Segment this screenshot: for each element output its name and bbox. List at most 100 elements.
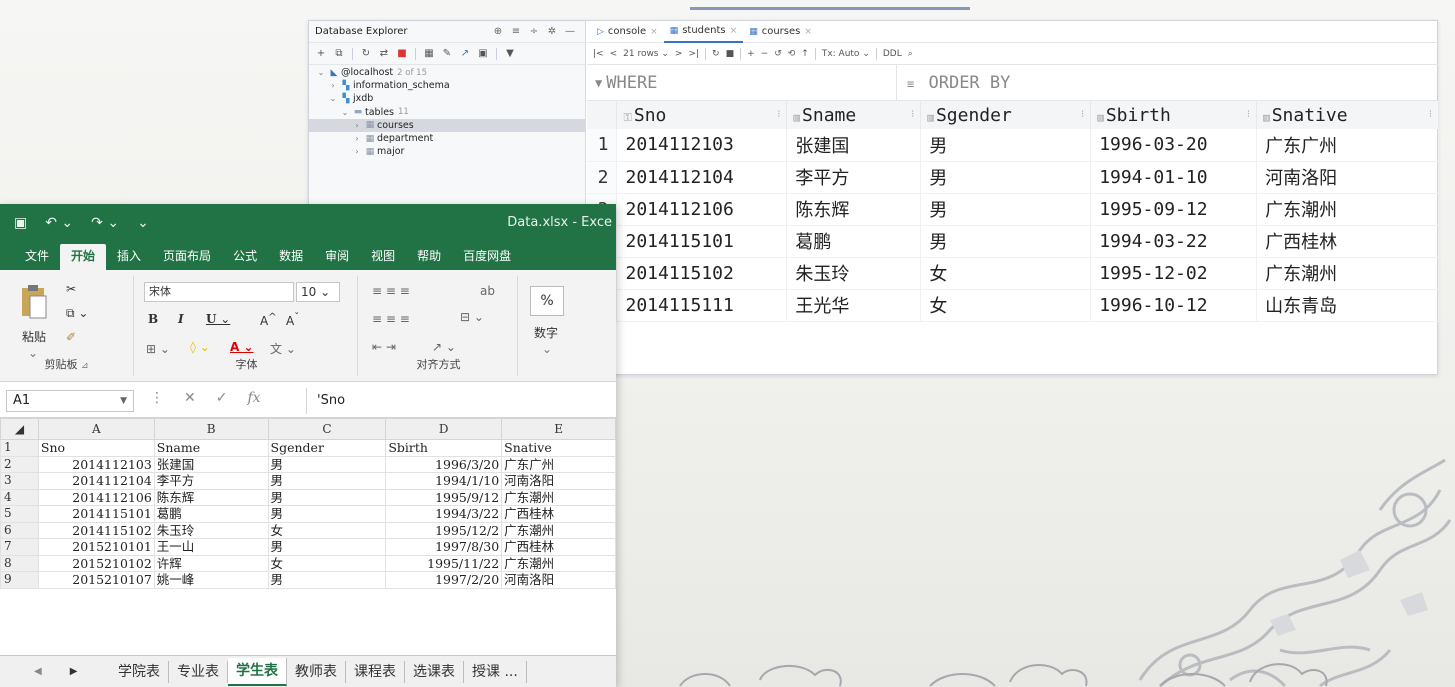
cell[interactable]: 广西桂林 (501, 538, 616, 556)
chevron-down-icon[interactable]: ⌄ (339, 108, 351, 117)
sheet-tab-3[interactable]: 教师表 (287, 660, 346, 683)
chevron-down-icon[interactable]: ⌄ (315, 68, 327, 77)
ribbon-tab-0[interactable]: 文件 (14, 244, 60, 270)
table-cell[interactable]: 男 (920, 193, 1092, 226)
column-header-sno[interactable]: ⚿ Sno ⁝ (616, 101, 788, 129)
cell[interactable]: 1994/1/10 (385, 472, 503, 490)
stop-icon[interactable]: ■ (394, 48, 410, 59)
table-cell[interactable]: 女 (920, 257, 1092, 290)
cell[interactable]: 男 (267, 505, 387, 523)
reload-icon[interactable]: ↻ (712, 49, 720, 59)
cut-icon[interactable]: ✂ (66, 282, 76, 296)
table-cell[interactable]: 葛鹏 (786, 225, 922, 258)
tree-item-information-schema[interactable]: › ▚ information_schema (309, 79, 585, 92)
minimize-icon[interactable]: — (561, 26, 579, 37)
tree-item-courses[interactable]: › ▦ courses (309, 118, 585, 132)
table-row[interactable]: 52014115102朱玉玲女1995-12-02广东潮州 (587, 257, 1439, 290)
cell[interactable]: Sname (153, 439, 269, 457)
table-view-icon[interactable]: ▦ (421, 48, 437, 59)
cell[interactable]: Snative (501, 439, 616, 457)
sheet-tab-2[interactable]: 学生表 (228, 657, 287, 686)
ribbon-tab-5[interactable]: 数据 (268, 244, 314, 270)
table-cell[interactable]: 广东广州 (1256, 129, 1439, 162)
cell[interactable]: 2015210107 (37, 571, 155, 589)
format-painter-icon[interactable]: ✐ (66, 330, 76, 344)
revert-icon[interactable]: ↺ (774, 49, 782, 59)
customize-icon[interactable]: ⌄ (137, 215, 149, 231)
close-icon[interactable]: × (650, 27, 658, 37)
chevron-down-icon[interactable]: ⌄ (327, 94, 339, 103)
cell[interactable]: 许辉 (153, 554, 269, 572)
sheet-tab-6[interactable]: 授课 ... (464, 660, 527, 683)
row-header[interactable]: 4 (0, 488, 39, 506)
sort-icon[interactable]: ⁝ (1429, 105, 1438, 120)
ribbon-tab-2[interactable]: 插入 (106, 244, 152, 270)
table-cell[interactable]: 2014112106 (616, 193, 788, 226)
redo-icon[interactable]: ↷ ⌄ (91, 215, 119, 231)
table-cell[interactable]: 广东潮州 (1256, 257, 1439, 290)
table-cell[interactable]: 李平方 (786, 161, 922, 194)
expand-all-icon[interactable]: ÷ (525, 26, 543, 37)
cell[interactable]: 1994/3/22 (385, 505, 503, 523)
font-size-select[interactable]: 10 ⌄ (296, 282, 340, 302)
percent-button[interactable]: % (530, 286, 564, 316)
save-icon[interactable]: ▣ (14, 215, 27, 231)
cell[interactable]: 1995/11/22 (385, 554, 503, 572)
prev-page-icon[interactable]: < (610, 49, 618, 59)
undo-icon[interactable]: ↶ ⌄ (45, 215, 73, 231)
cell[interactable]: 2014115101 (37, 505, 155, 523)
indent-icon[interactable]: ⇤ ⇥ (372, 340, 396, 354)
refresh-icon[interactable]: ↻ (358, 48, 374, 59)
cancel-icon[interactable]: ✕ (184, 390, 196, 406)
table-cell[interactable]: 张建国 (786, 129, 922, 162)
table-cell[interactable]: 男 (920, 225, 1092, 258)
cell[interactable]: 2014112103 (37, 455, 155, 473)
column-header-sgender[interactable]: ▥ Sgender ⁝ (920, 101, 1092, 129)
cell[interactable]: 男 (267, 488, 387, 506)
gear-icon[interactable]: ✲ (543, 26, 561, 37)
column-header-e[interactable]: E (501, 418, 616, 440)
row-header[interactable]: 7 (0, 538, 39, 556)
sync-icon[interactable]: ⇄ (376, 48, 392, 59)
sheet-tab-0[interactable]: 学院表 (110, 660, 169, 683)
edit-icon[interactable]: ✎ (439, 48, 455, 59)
cell[interactable]: 男 (267, 455, 387, 473)
sort-icon[interactable]: ⁝ (1247, 105, 1256, 120)
tree-item-department[interactable]: › ▦ department (309, 132, 585, 145)
row-header[interactable]: 6 (0, 521, 39, 539)
merge-center-icon[interactable]: ⊟ ⌄ (460, 310, 484, 324)
cell[interactable]: 1995/12/2 (385, 521, 503, 539)
ribbon-tab-1[interactable]: 开始 (60, 244, 107, 270)
wrap-text-icon[interactable]: ab (480, 284, 495, 298)
cell[interactable]: 河南洛阳 (501, 472, 616, 490)
border-icon[interactable]: ⊞ ⌄ (146, 342, 170, 356)
table-cell[interactable]: 男 (920, 129, 1092, 162)
sheet-tab-5[interactable]: 选课表 (405, 660, 464, 683)
column-header-a[interactable]: A (37, 418, 155, 440)
tree-item-tables[interactable]: ⌄ ▬ tables 11 (309, 106, 585, 119)
copy-icon[interactable]: ⧉ ⌄ (66, 306, 88, 321)
cell[interactable]: 男 (267, 571, 387, 589)
column-header-sbirth[interactable]: ▥ Sbirth ⁝ (1090, 101, 1258, 129)
table-cell[interactable]: 2014115101 (616, 225, 788, 258)
delete-row-icon[interactable]: − (761, 49, 769, 59)
cell[interactable]: 2015210101 (37, 538, 155, 556)
next-page-icon[interactable]: > (675, 49, 683, 59)
number-dropdown-icon[interactable]: ⌄ (542, 342, 552, 356)
cell[interactable]: Sno (37, 439, 155, 457)
add-icon[interactable]: + (313, 48, 329, 59)
font-name-select[interactable]: 宋体 (144, 282, 294, 302)
chevron-down-icon[interactable]: ▼ (120, 391, 127, 411)
cell[interactable]: 河南洛阳 (501, 571, 616, 589)
table-cell[interactable]: 1995-12-02 (1090, 257, 1258, 290)
cell[interactable]: 广西桂林 (501, 505, 616, 523)
row-header[interactable]: 2 (0, 455, 39, 473)
cell[interactable]: 1996/3/20 (385, 455, 503, 473)
submit-icon[interactable]: ↑ (801, 49, 809, 59)
select-all-corner[interactable]: ◢ (0, 418, 39, 440)
cell[interactable]: 1997/8/30 (385, 538, 503, 556)
table-cell[interactable]: 山东青岛 (1256, 289, 1439, 322)
stop-query-icon[interactable]: ■ (726, 49, 735, 59)
insert-function-icon[interactable]: fx (247, 390, 260, 406)
where-filter-input[interactable]: ▼ WHERE (587, 64, 897, 101)
